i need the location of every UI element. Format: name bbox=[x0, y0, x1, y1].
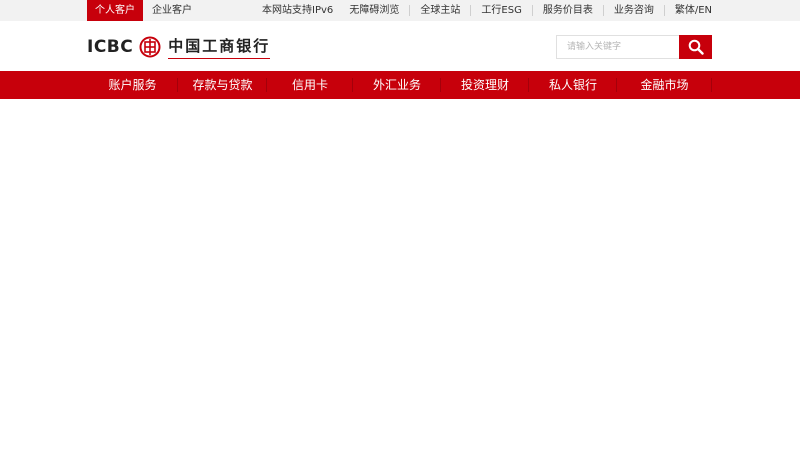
icbc-emblem-icon bbox=[139, 36, 161, 58]
nav-financial-markets[interactable]: 金融市场 bbox=[617, 71, 712, 99]
search-box bbox=[556, 35, 712, 59]
main-navigation: 账户服务 存款与贷款 信用卡 外汇业务 投资理财 私人银行 金融市场 bbox=[0, 71, 800, 99]
logo-latin-text: ICBC bbox=[87, 37, 134, 57]
top-utility-bar: 个人客户 企业客户 本网站支持IPv6 无障碍浏览 全球主站 工行ESG 服务价… bbox=[0, 0, 800, 21]
search-input[interactable] bbox=[556, 35, 679, 59]
utility-links: 无障碍浏览 全球主站 工行ESG 服务价目表 业务咨询 繁体/EN bbox=[339, 0, 712, 21]
tab-personal-customers[interactable]: 个人客户 bbox=[87, 0, 143, 21]
esg-link[interactable]: 工行ESG bbox=[470, 5, 531, 16]
search-button[interactable] bbox=[679, 35, 712, 59]
tab-corporate-customers[interactable]: 企业客户 bbox=[148, 0, 196, 21]
icbc-logo[interactable]: ICBC 中国工商银行 bbox=[87, 33, 271, 61]
nav-investment[interactable]: 投资理财 bbox=[441, 71, 529, 99]
global-site-link[interactable]: 全球主站 bbox=[409, 5, 470, 16]
site-header: ICBC 中国工商银行 bbox=[0, 21, 800, 71]
nav-private-banking[interactable]: 私人银行 bbox=[529, 71, 617, 99]
main-content-area bbox=[0, 99, 800, 450]
ipv6-notice: 本网站支持IPv6 bbox=[262, 5, 334, 16]
accessibility-link[interactable]: 无障碍浏览 bbox=[339, 5, 409, 16]
nav-account-services[interactable]: 账户服务 bbox=[87, 71, 178, 99]
nav-foreign-exchange[interactable]: 外汇业务 bbox=[353, 71, 441, 99]
nav-credit-card[interactable]: 信用卡 bbox=[267, 71, 353, 99]
consulting-link[interactable]: 业务咨询 bbox=[602, 5, 664, 16]
language-switch-link[interactable]: 繁体/EN bbox=[663, 5, 712, 16]
search-icon bbox=[688, 39, 704, 55]
logo-chinese-text: 中国工商银行 bbox=[168, 35, 271, 59]
price-list-link[interactable]: 服务价目表 bbox=[531, 5, 603, 16]
nav-deposits-loans[interactable]: 存款与贷款 bbox=[178, 71, 267, 99]
